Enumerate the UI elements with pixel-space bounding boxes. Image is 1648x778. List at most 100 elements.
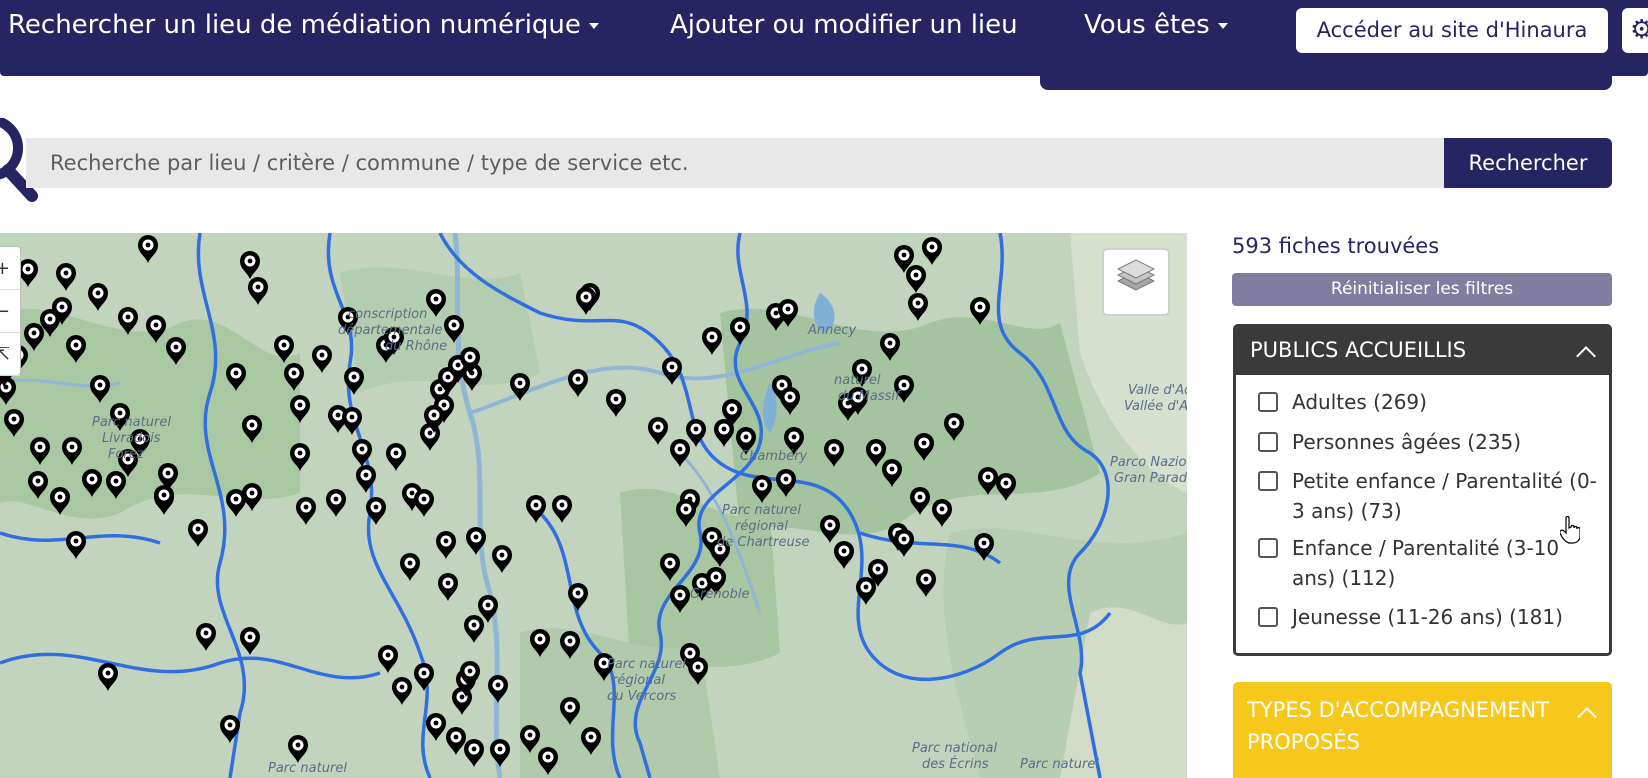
search-input[interactable] (50, 138, 1430, 188)
marker-target-icon (249, 422, 255, 428)
marker-target-icon (89, 476, 95, 482)
marker-target-icon (517, 380, 523, 386)
marker-target-icon (11, 416, 17, 422)
map-label: régional (735, 519, 788, 534)
map-label: Livradois (102, 431, 161, 446)
marker-target-icon (393, 450, 399, 456)
checkbox[interactable] (1258, 392, 1278, 412)
marker-target-icon (901, 382, 907, 388)
marker-target-icon (249, 490, 255, 496)
marker-target-icon (335, 412, 341, 418)
marker-target-icon (471, 622, 477, 628)
results-count: 593 fiches trouvées (1232, 234, 1440, 258)
filter-option-jeunesse[interactable]: Jeunesse (11-26 ans) (181) (1258, 602, 1598, 632)
marker-target-icon (227, 722, 233, 728)
marker-target-icon (97, 382, 103, 388)
zoom-control: + − ⇱ (0, 246, 21, 376)
filter-option-label: Enfance / Parentalité (3-10 ans) (112) (1292, 536, 1560, 590)
marker-target-icon (863, 584, 869, 590)
map-label: Parc naturel (722, 503, 801, 518)
zoom-out-button[interactable]: − (0, 290, 20, 333)
marker-target-icon (709, 534, 715, 540)
chevron-up-icon (1576, 346, 1596, 366)
marker-target-icon (303, 504, 309, 510)
checkbox[interactable] (1258, 471, 1278, 491)
marker-target-icon (351, 374, 357, 380)
filter-option-petite-enfance[interactable]: Petite enfance / Parentalité (0-3 ans) (… (1258, 466, 1598, 526)
marker-target-icon (451, 322, 457, 328)
nav-add-place[interactable]: Ajouter ou modifier un lieu (670, 10, 1018, 40)
search-button[interactable]: Rechercher (1444, 138, 1612, 188)
map-label: Grenoble (690, 587, 750, 602)
map-label: départementale (338, 323, 443, 338)
publics-panel-title: PUBLICS ACCUEILLIS (1250, 338, 1467, 362)
reset-view-button[interactable]: ⇱ (0, 333, 20, 376)
marker-target-icon (889, 466, 895, 472)
nav-search-place[interactable]: Rechercher un lieu de médiation numériqu… (8, 10, 599, 40)
marker-target-icon (655, 424, 661, 430)
checkbox[interactable] (1258, 538, 1278, 558)
nav-search-place-label: Rechercher un lieu de médiation numériqu… (8, 10, 581, 40)
page-root: Rechercher un lieu de médiation numériqu… (0, 0, 1648, 778)
marker-target-icon (37, 444, 43, 450)
map-base-layer (0, 233, 1187, 778)
map-view[interactable]: + − ⇱ conscription départementale du Rhô… (0, 233, 1187, 778)
accompagnement-panel-header[interactable]: TYPES D'ACCOMPAGNEMENT PROPOSÉS (1233, 682, 1612, 758)
marker-target-icon (349, 414, 355, 420)
map-label: Valle d'Ao (1128, 383, 1187, 398)
settings-button[interactable]: ⚙ (1622, 8, 1648, 53)
marker-target-icon (977, 304, 983, 310)
marker-target-icon (709, 334, 715, 340)
reset-filters-button[interactable]: Réinitialiser les filtres (1232, 273, 1612, 306)
marker-target-icon (471, 746, 477, 752)
marker-target-icon (203, 630, 209, 636)
marker-target-icon (247, 634, 253, 640)
marker-target-icon (407, 560, 413, 566)
marker-target-icon (373, 504, 379, 510)
marker-target-icon (827, 522, 833, 528)
filter-option-personnes-agees[interactable]: Personnes âgées (235) (1258, 427, 1598, 457)
marker-target-icon (453, 734, 459, 740)
search-bar (26, 138, 1444, 188)
marker-target-icon (247, 258, 253, 264)
marker-target-icon (35, 478, 41, 484)
map-label: Parc naturel (268, 761, 347, 776)
zoom-in-button[interactable]: + (0, 247, 20, 290)
marker-target-icon (929, 244, 935, 250)
filter-option-enfance[interactable]: Enfance / Parentalité (3-10 ans) (112) (1258, 533, 1598, 593)
hinaura-site-button[interactable]: Accéder au site d'Hinaura (1296, 8, 1608, 53)
marker-target-icon (537, 636, 543, 642)
marker-target-icon (441, 402, 447, 408)
marker-target-icon (445, 580, 451, 586)
layers-button[interactable] (1102, 248, 1170, 316)
marker-target-icon (363, 472, 369, 478)
publics-panel-header[interactable]: PUBLICS ACCUEILLIS (1236, 327, 1609, 375)
chevron-up-icon (1577, 707, 1597, 727)
marker-target-icon (433, 720, 439, 726)
nav-you-are-label: Vous êtes (1084, 10, 1210, 40)
marker-target-icon (297, 402, 303, 408)
checkbox[interactable] (1258, 432, 1278, 452)
marker-target-icon (787, 394, 793, 400)
marker-target-icon (669, 364, 675, 370)
map-label: des Écrins (922, 757, 989, 772)
marker-target-icon (915, 300, 921, 306)
marker-target-icon (427, 430, 433, 436)
filter-option-adultes[interactable]: Adultes (269) (1258, 387, 1598, 417)
marker-target-icon (73, 538, 79, 544)
marker-target-icon (588, 734, 594, 740)
checkbox[interactable] (1258, 607, 1278, 627)
marker-target-icon (47, 316, 53, 322)
marker-target-icon (165, 470, 171, 476)
map-label: Chambéry (740, 449, 808, 464)
map-label: de Chartreuse (717, 535, 810, 550)
marker-target-icon (69, 444, 75, 450)
marker-target-icon (729, 406, 735, 412)
marker-target-icon (173, 344, 179, 350)
marker-target-icon (31, 330, 37, 336)
marker-target-icon (455, 362, 461, 368)
nav-you-are[interactable]: Vous êtes (1084, 10, 1228, 40)
marker-target-icon (399, 684, 405, 690)
marker-target-icon (721, 426, 727, 432)
marker-target-icon (693, 426, 699, 432)
